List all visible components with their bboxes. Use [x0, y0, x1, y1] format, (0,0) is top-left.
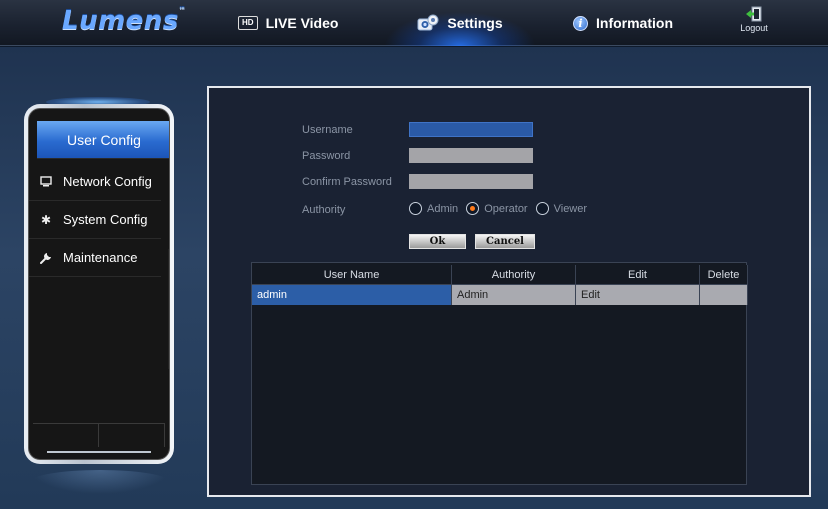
- user-table: User Name Authority Edit Delete admin Ad…: [251, 262, 748, 485]
- radio-viewer-dot[interactable]: [535, 202, 549, 215]
- radio-admin-dot[interactable]: [409, 202, 422, 215]
- radio-viewer[interactable]: Viewer: [535, 202, 588, 215]
- gear-icon: ✱: [40, 212, 52, 227]
- lumens-logo: Lumens™: [62, 6, 187, 36]
- table-row-authority: Admin: [452, 285, 576, 305]
- username-label: Username: [302, 124, 353, 136]
- ok-button[interactable]: Ok: [409, 234, 466, 249]
- sidebar-item-label: Network Config: [63, 174, 152, 189]
- radio-operator[interactable]: Operator: [466, 202, 528, 215]
- sidebar-scrollbar[interactable]: [168, 249, 169, 369]
- column-header-delete: Delete: [700, 265, 748, 285]
- sidebar-reflection: [30, 470, 170, 494]
- radio-operator-dot[interactable]: [466, 202, 480, 215]
- sidebar-bottom-line: [47, 451, 151, 453]
- radio-viewer-label: Viewer: [553, 202, 588, 215]
- column-header-user-name: User Name: [252, 265, 452, 285]
- confirm-password-input[interactable]: [409, 174, 533, 189]
- logout-label: Logout: [740, 23, 768, 33]
- sidebar: User Config Network Config ✱ System Conf…: [24, 104, 174, 464]
- authority-radio-group: Admin Operator Viewer: [409, 202, 587, 215]
- sidebar-item-system-config[interactable]: ✱ System Config: [29, 201, 161, 239]
- username-input[interactable]: [409, 122, 533, 137]
- password-label: Password: [302, 150, 351, 162]
- wrench-icon: [29, 252, 63, 264]
- info-icon: i: [573, 15, 588, 31]
- radio-admin[interactable]: Admin: [409, 202, 458, 215]
- tab-live-video-label: LIVE Video: [265, 15, 339, 31]
- tab-settings[interactable]: Settings: [385, 0, 535, 46]
- table-row-edit-link[interactable]: Edit: [576, 285, 700, 305]
- logout-icon: [746, 6, 762, 22]
- password-input[interactable]: [409, 148, 533, 163]
- sidebar-item-maintenance[interactable]: Maintenance: [29, 239, 161, 277]
- top-nav-bar: Lumens™ HD LIVE Video Settings i Informa…: [0, 0, 828, 46]
- radio-admin-label: Admin: [427, 202, 459, 215]
- tab-information-label: Information: [596, 15, 673, 31]
- table-row-delete[interactable]: [700, 285, 748, 305]
- monitor-icon: [29, 176, 63, 187]
- tab-live-video[interactable]: HD LIVE Video: [238, 0, 338, 46]
- sidebar-footer: [33, 423, 165, 447]
- user-config-panel: Username Password Confirm Password Autho…: [207, 86, 811, 497]
- cancel-button[interactable]: Cancel: [475, 234, 535, 249]
- tab-settings-label: Settings: [447, 15, 503, 31]
- column-header-edit: Edit: [576, 265, 700, 285]
- confirm-password-label: Confirm Password: [302, 176, 392, 188]
- sidebar-item-network-config[interactable]: Network Config: [29, 163, 161, 201]
- sidebar-item-label: User Config: [67, 131, 141, 148]
- sidebar-item-label: System Config: [63, 212, 148, 227]
- radio-operator-label: Operator: [484, 202, 528, 215]
- sidebar-item-user-config[interactable]: User Config: [37, 121, 169, 159]
- sidebar-menu: User Config Network Config ✱ System Conf…: [28, 108, 170, 460]
- authority-label: Authority: [302, 204, 346, 216]
- logout-button[interactable]: Logout: [736, 6, 772, 33]
- column-header-authority: Authority: [452, 265, 576, 285]
- sidebar-item-label: Maintenance: [63, 250, 138, 265]
- settings-camera-icon: [417, 14, 439, 32]
- table-row-user[interactable]: admin: [252, 285, 452, 305]
- tab-information[interactable]: i Information: [573, 0, 673, 46]
- hd-icon: HD: [238, 16, 258, 30]
